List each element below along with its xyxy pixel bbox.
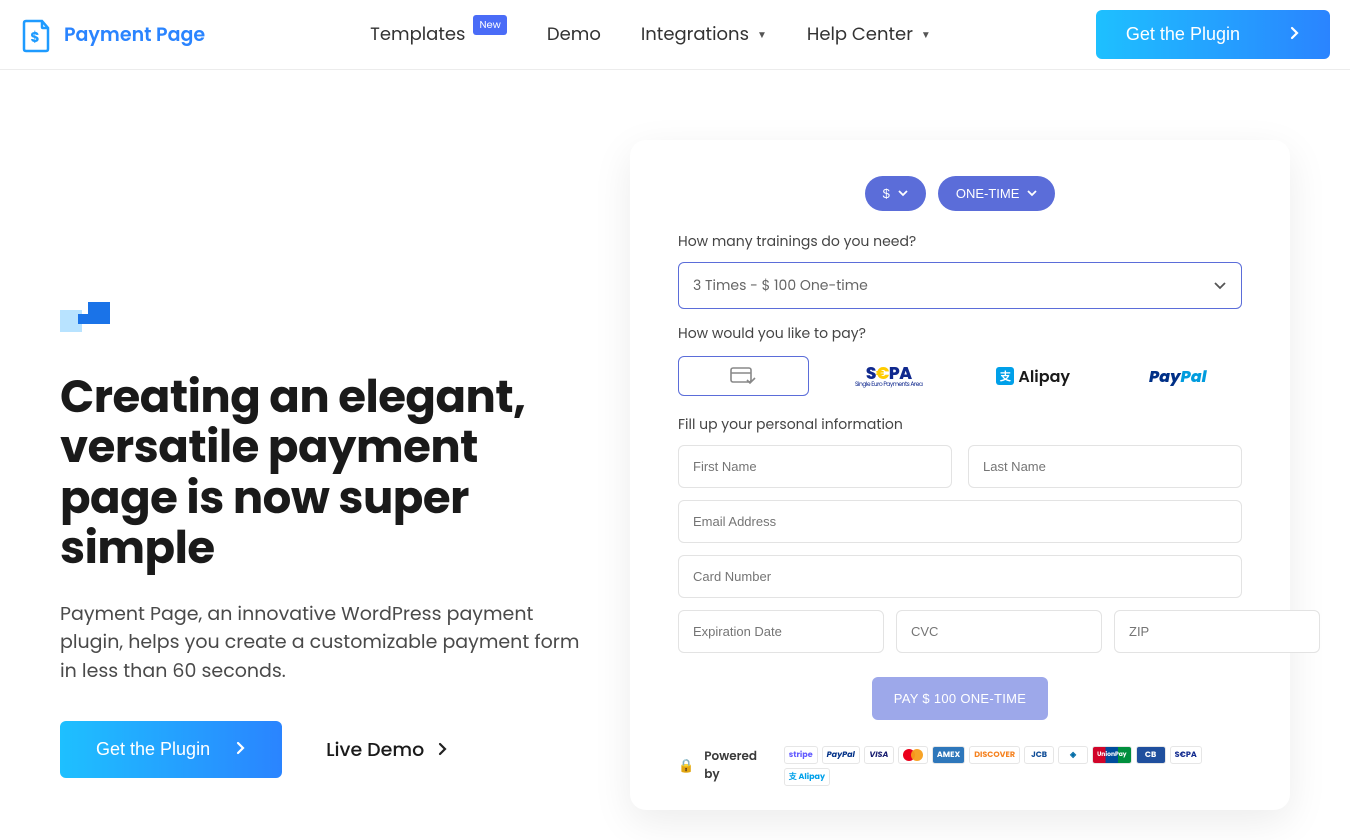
payment-method-paypal[interactable]: PayPal xyxy=(1114,356,1243,396)
nav-templates-label: Templates xyxy=(370,21,465,48)
cvc-field[interactable] xyxy=(896,610,1102,653)
header-cta-button[interactable]: Get the Plugin xyxy=(1096,10,1330,59)
powered-label: Powered by xyxy=(704,748,774,784)
chevron-down-icon xyxy=(1027,190,1037,198)
credit-card-icon xyxy=(730,366,756,386)
brand-amex: AMEX xyxy=(932,746,965,764)
brand-stripe: stripe xyxy=(784,746,818,764)
brand-mastercard xyxy=(898,746,928,764)
nav-templates[interactable]: Templates New xyxy=(370,21,507,48)
trainings-select-value: 3 Times - $ 100 One-time xyxy=(693,275,868,296)
chevron-down-icon: ▼ xyxy=(757,27,767,43)
chevron-right-icon xyxy=(1290,24,1300,45)
header-cta-label: Get the Plugin xyxy=(1126,24,1240,45)
paypal-logo: PayPal xyxy=(1149,364,1207,389)
brand-paypal: PayPal xyxy=(822,746,860,764)
currency-value: $ xyxy=(883,186,890,201)
brand-name: Payment Page xyxy=(64,20,205,49)
currency-select[interactable]: $ xyxy=(865,176,926,211)
hero-actions: Get the Plugin Live Demo xyxy=(60,721,590,778)
hero-section: Creating an elegant, versatile payment p… xyxy=(0,70,1350,840)
nav-integrations-label: Integrations xyxy=(641,21,749,48)
pay-button[interactable]: PAY $ 100 ONE-TIME xyxy=(872,677,1049,720)
decorative-squares xyxy=(60,310,590,332)
expiration-field[interactable] xyxy=(678,610,884,653)
brand-sepa: S€PA xyxy=(1170,746,1202,764)
svg-text:$: $ xyxy=(30,27,39,47)
brand-cb: CB xyxy=(1136,746,1166,764)
nav-help-label: Help Center xyxy=(807,21,913,48)
payment-method-alipay[interactable]: 支Alipay xyxy=(969,356,1098,396)
nav-integrations[interactable]: Integrations ▼ xyxy=(641,21,767,48)
email-field[interactable] xyxy=(678,500,1242,543)
hero-left: Creating an elegant, versatile payment p… xyxy=(60,140,590,810)
personal-info-label: Fill up your personal information xyxy=(678,414,1242,435)
payment-methods: S€PA Single Euro Payments Area 支Alipay P… xyxy=(678,356,1242,396)
nav-help[interactable]: Help Center ▼ xyxy=(807,21,931,48)
card-number-field[interactable] xyxy=(678,555,1242,598)
nav-demo[interactable]: Demo xyxy=(547,21,601,48)
frequency-value: ONE-TIME xyxy=(956,186,1020,201)
pay-question-label: How would you like to pay? xyxy=(678,323,1242,344)
brand[interactable]: $ Payment Page xyxy=(20,17,205,53)
chevron-down-icon: ▼ xyxy=(921,27,931,43)
live-demo-label: Live Demo xyxy=(326,735,424,764)
brand-unionpay: UnionPay xyxy=(1092,746,1132,764)
payment-form-card: $ ONE-TIME How many trainings do you nee… xyxy=(630,140,1290,810)
payment-method-card[interactable] xyxy=(678,356,809,396)
live-demo-link[interactable]: Live Demo xyxy=(326,735,448,764)
payment-brands: stripe PayPal VISA AMEX DISCOVER JCB ◈ U… xyxy=(784,746,1242,786)
trainings-select[interactable]: 3 Times - $ 100 One-time xyxy=(678,262,1242,309)
frequency-select[interactable]: ONE-TIME xyxy=(938,176,1056,211)
brand-diners: ◈ xyxy=(1058,746,1088,764)
chevron-down-icon xyxy=(898,190,908,198)
header: $ Payment Page Templates New Demo Integr… xyxy=(0,0,1350,70)
logo-icon: $ xyxy=(20,17,52,53)
brand-discover: DISCOVER xyxy=(969,746,1020,764)
sepa-logo: S€PA Single Euro Payments Area xyxy=(855,365,922,388)
pill-row: $ ONE-TIME xyxy=(678,176,1242,211)
alipay-logo: 支Alipay xyxy=(996,364,1070,389)
chevron-right-icon xyxy=(236,739,246,760)
brand-visa: VISA xyxy=(864,746,894,764)
hero-subtext: Payment Page, an innovative WordPress pa… xyxy=(60,600,580,686)
powered-row: 🔒 Powered by stripe PayPal VISA AMEX DIS… xyxy=(678,746,1242,786)
hero-cta-button[interactable]: Get the Plugin xyxy=(60,721,282,778)
hero-right: $ ONE-TIME How many trainings do you nee… xyxy=(630,140,1290,810)
hero-headline: Creating an elegant, versatile payment p… xyxy=(60,372,590,574)
brand-alipay: 支 Alipay xyxy=(784,768,830,786)
new-badge: New xyxy=(473,15,506,35)
main-nav: Templates New Demo Integrations ▼ Help C… xyxy=(370,21,931,48)
chevron-right-icon xyxy=(438,735,448,764)
last-name-field[interactable] xyxy=(968,445,1242,488)
trainings-label: How many trainings do you need? xyxy=(678,231,1242,252)
first-name-field[interactable] xyxy=(678,445,952,488)
hero-cta-label: Get the Plugin xyxy=(96,739,210,760)
payment-method-sepa[interactable]: S€PA Single Euro Payments Area xyxy=(825,356,954,396)
lock-icon: 🔒 xyxy=(678,756,694,776)
chevron-down-icon xyxy=(1213,281,1227,291)
brand-jcb: JCB xyxy=(1024,746,1054,764)
zip-field[interactable] xyxy=(1114,610,1320,653)
